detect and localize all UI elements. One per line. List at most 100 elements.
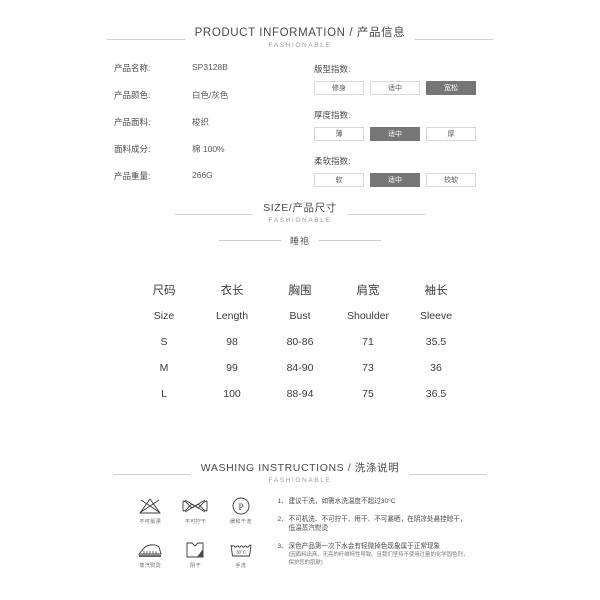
product-information-subtitle: FASHIONABLE xyxy=(268,42,332,49)
cell-length: 98 xyxy=(226,336,238,348)
attribute-value: SP3128B xyxy=(192,62,228,72)
header-rule-left xyxy=(106,38,185,40)
header-cn-length: 衣长 xyxy=(220,285,244,297)
type-rule-right xyxy=(319,240,381,241)
header-en-length: Length xyxy=(215,310,249,322)
cell-bust: 84-90 xyxy=(286,362,314,374)
cell-length: 100 xyxy=(223,388,241,400)
product-type-row: 睡袍 xyxy=(0,234,600,247)
attribute-label: 面料成分: xyxy=(114,144,151,154)
attribute-value: 棉 100% xyxy=(192,144,225,154)
index-option-loose[interactable]: 宽松 xyxy=(426,81,476,95)
index-option-soft[interactable]: 软 xyxy=(314,173,364,187)
attribute-value: 白色/灰色 xyxy=(192,90,229,100)
gentle-dry-clean-icon: P xyxy=(232,497,250,515)
hand-wash-temp-label: 30°C xyxy=(236,550,246,555)
note-text: 深色产品第一次下水会有轻微掉色现象属于正常现象 xyxy=(288,542,441,550)
shade-dry-icon xyxy=(187,542,204,558)
table-row: L 100 88-94 75 36.5 xyxy=(130,388,470,414)
attribute-label: 产品面料: xyxy=(114,117,151,127)
table-row-headers-en: Size Length Bust Shoulder Sleeve xyxy=(130,310,470,336)
table-row: M 99 84-90 73 36 xyxy=(130,362,470,388)
note-number: 3、 xyxy=(277,542,288,550)
header-title-row: SIZE/产品尺寸 xyxy=(0,200,600,215)
attribute-value: 266G xyxy=(192,170,213,180)
header-rule-right xyxy=(409,474,488,475)
index-option-moderate[interactable]: 适中 xyxy=(370,173,420,187)
type-rule-left xyxy=(218,240,281,241)
no-bleach-icon xyxy=(139,498,162,514)
index-group-title: 版型指数: xyxy=(314,64,351,74)
cell-size: S xyxy=(160,336,168,348)
washing-notes-list: 1、 建议干洗，如需水洗温度不超过30°C 2、 不可机洗、不可拧干、甩干、不可… xyxy=(278,494,473,575)
header-cn-sleeve: 袖长 xyxy=(424,285,448,297)
index-groups: 版型指数: 修身 适中 宽松 厚度指数: 薄 适中 厚 柔软指数: 软 适中 较… xyxy=(314,62,486,201)
index-option-thick[interactable]: 厚 xyxy=(426,127,476,141)
cell-size: M xyxy=(159,362,169,374)
note-text: 建议干洗，如需水洗温度不超过30°C xyxy=(288,498,396,505)
table-row-headers-cn: 尺码 衣长 胸围 肩宽 袖长 xyxy=(130,282,470,310)
care-symbol-label: 阴干 xyxy=(190,563,201,570)
note-number: 1、 xyxy=(277,498,288,505)
header-cn-shoulder: 肩宽 xyxy=(356,285,380,297)
washing-instructions-header: WASHING INSTRUCTIONS / 洗涤说明 FASHIONABLE xyxy=(0,460,600,484)
steam-iron-icon xyxy=(138,544,162,557)
index-option-softer[interactable]: 较软 xyxy=(426,173,476,187)
care-symbol-label: 手洗 xyxy=(235,563,247,570)
index-option-regular[interactable]: 适中 xyxy=(370,81,420,95)
product-type-label: 睡袍 xyxy=(289,236,310,246)
care-symbol-hand-wash: 30°C 手洗 xyxy=(218,540,263,575)
header-cn-bust: 胸围 xyxy=(288,285,312,297)
attribute-label: 产品重量: xyxy=(114,171,151,181)
cell-shoulder: 75 xyxy=(362,388,374,400)
care-symbol-label: 缓和干洗 xyxy=(230,519,252,525)
index-option-slim[interactable]: 修身 xyxy=(314,81,364,95)
header-rule-right xyxy=(415,38,494,40)
product-information-header: PRODUCT INFORMATION / 产品信息 FASHIONABLE xyxy=(0,24,600,49)
care-symbol-steam-iron: 蒸汽熨烫 xyxy=(128,540,173,575)
header-cn-size: 尺码 xyxy=(152,285,176,297)
header-en-size: Size xyxy=(153,310,175,322)
header-en-sleeve: Sleeve xyxy=(419,310,453,322)
index-option-medium[interactable]: 适中 xyxy=(370,127,420,141)
attribute-row: 面料成分: 棉 100% xyxy=(114,143,286,155)
index-group-title: 厚度指数: xyxy=(314,110,351,120)
note-number: 2、 xyxy=(277,515,288,523)
header-rule-left xyxy=(175,214,254,215)
header-rule-right xyxy=(346,214,425,215)
product-information-title: PRODUCT INFORMATION / 产品信息 xyxy=(194,27,406,39)
washing-note: 1、 建议干洗，如需水洗温度不超过30°C xyxy=(278,497,473,507)
product-attributes-list: 产品名称: SP3128B 产品颜色: 白色/灰色 产品面料: 梭织 面料成分:… xyxy=(114,62,286,201)
header-title-row: WASHING INSTRUCTIONS / 洗涤说明 xyxy=(0,460,600,475)
header-en-shoulder: Shoulder xyxy=(346,310,390,322)
washing-note: 2、 不可机洗、不可拧干、甩干、不可暴晒，在阴凉处悬挂晾干，低温蒸汽熨烫 xyxy=(278,515,473,534)
cell-shoulder: 71 xyxy=(362,336,374,348)
header-en-bust: Bust xyxy=(289,310,311,322)
table-row: S 98 80-86 71 35.5 xyxy=(130,336,470,362)
care-symbol-label: 不可拧干 xyxy=(184,519,207,525)
svg-text:P: P xyxy=(238,502,243,512)
note-subtext: (因面料出商、无亮的纤维特性导致。且我们坚持不使用过量的化学固色剂，保护您的肌肤… xyxy=(288,552,469,567)
size-header: SIZE/产品尺寸 FASHIONABLE xyxy=(0,200,600,224)
cell-shoulder: 73 xyxy=(362,362,374,374)
header-title-row: PRODUCT INFORMATION / 产品信息 xyxy=(0,24,600,40)
attribute-label: 产品名称: xyxy=(114,63,151,73)
cell-size: L xyxy=(161,388,167,400)
care-symbol-grid: 不可氯漂 不可拧干 P 缓和干洗 蒸汽熨烫 阴干 30°C 手洗 xyxy=(128,494,264,575)
attribute-row: 产品面料: 梭织 xyxy=(114,116,286,128)
index-option-thin[interactable]: 薄 xyxy=(314,127,364,141)
product-detail-page: PRODUCT INFORMATION / 产品信息 FASHIONABLE 产… xyxy=(0,0,600,600)
care-symbol-no-bleach: 不可氯漂 xyxy=(128,496,173,531)
cell-bust: 88-94 xyxy=(286,388,314,400)
cell-bust: 80-86 xyxy=(286,336,314,348)
index-group-title: 柔软指数: xyxy=(314,156,351,166)
attribute-value: 梭织 xyxy=(192,117,210,127)
attribute-row: 产品颜色: 白色/灰色 xyxy=(114,89,286,101)
care-symbol-dry-clean: P 缓和干洗 xyxy=(218,496,263,531)
cell-sleeve: 36.5 xyxy=(425,388,447,400)
washing-instructions-title: WASHING INSTRUCTIONS / 洗涤说明 xyxy=(200,462,400,474)
washing-subtitle: FASHIONABLE xyxy=(268,477,332,484)
size-title: SIZE/产品尺寸 xyxy=(263,202,337,214)
size-table: 尺码 衣长 胸围 肩宽 袖长 Size Length Bust Shoulder… xyxy=(130,282,470,414)
hand-wash-icon: 30°C xyxy=(230,544,252,557)
